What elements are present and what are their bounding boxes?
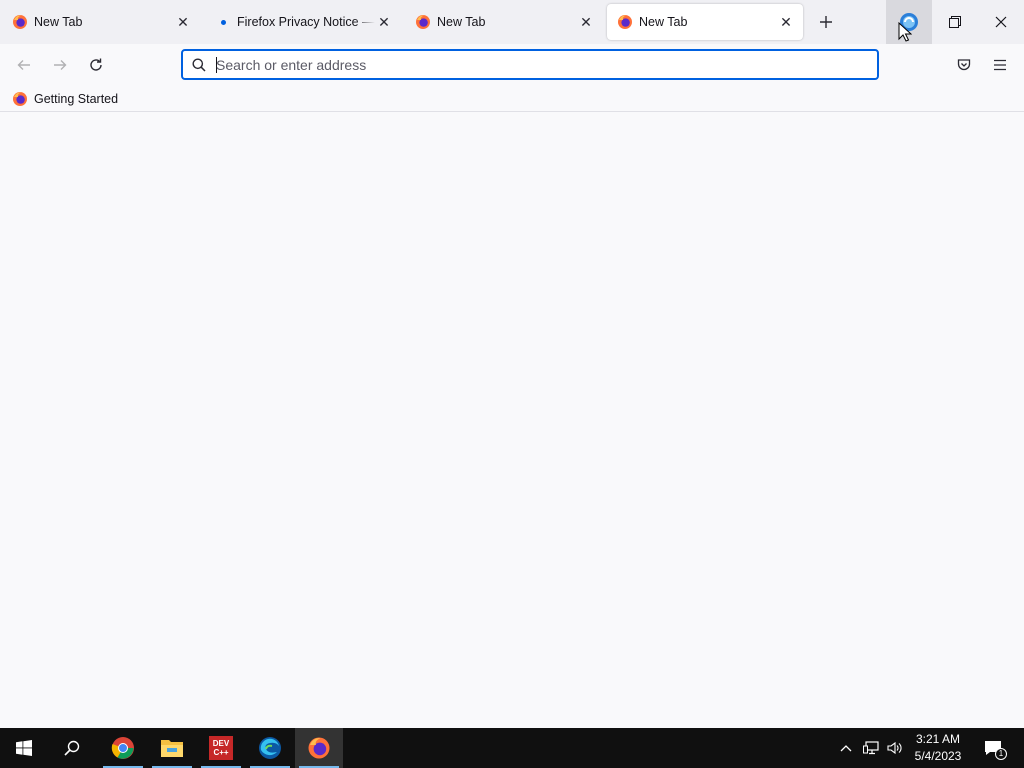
search-icon <box>64 740 80 756</box>
network-icon <box>863 741 879 755</box>
tab-title: Firefox Privacy Notice — Mozilla <box>237 15 375 29</box>
devcpp-icon: DEV C++ <box>209 736 233 760</box>
tab-title: New Tab <box>437 15 486 29</box>
hamburger-menu-icon <box>994 59 1006 71</box>
bookmark-getting-started[interactable]: Getting Started <box>8 89 122 109</box>
back-button[interactable] <box>10 51 38 79</box>
firefox-icon <box>415 14 431 30</box>
tab-privacy-notice[interactable]: Firefox Privacy Notice — Mozilla ✕ <box>205 4 401 40</box>
taskbar-clock[interactable]: 3:21 AM 5/4/2023 <box>908 731 968 765</box>
close-icon <box>995 16 1007 28</box>
action-center-button[interactable]: 1 <box>980 728 1007 768</box>
forward-arrow-icon <box>54 60 67 70</box>
close-window-button[interactable] <box>978 0 1024 44</box>
tab-close-icon[interactable]: ✕ <box>777 13 795 31</box>
taskbar-app-file-explorer[interactable] <box>148 728 196 768</box>
search-icon <box>190 56 208 74</box>
network-button[interactable] <box>860 728 882 768</box>
clock-date: 5/4/2023 <box>914 749 962 763</box>
tab-title: New Tab <box>34 15 83 29</box>
tab-close-icon[interactable]: ✕ <box>375 13 393 31</box>
folder-icon <box>161 740 183 757</box>
show-hidden-icons-button[interactable] <box>836 728 856 768</box>
chevron-up-icon <box>840 745 852 752</box>
tab-strip: New Tab ✕ Firefox Privacy Notice — Mozil… <box>0 0 1024 44</box>
forward-button[interactable] <box>46 51 74 79</box>
bookmarks-toolbar: Getting Started <box>0 86 1024 112</box>
notification-count: 1 <box>995 748 1007 760</box>
notification-icon: 1 <box>984 740 1007 760</box>
navigation-toolbar <box>0 44 1024 86</box>
firefox-icon <box>617 14 633 30</box>
tab-new-tab-active[interactable]: New Tab ✕ <box>607 4 803 40</box>
volume-button[interactable] <box>884 728 906 768</box>
app-menu-button[interactable] <box>986 51 1014 79</box>
firefox-icon <box>12 14 28 30</box>
taskbar-app-firefox[interactable] <box>295 728 343 768</box>
pocket-icon <box>957 59 971 71</box>
page-content <box>0 113 1024 728</box>
pocket-button[interactable] <box>950 51 978 79</box>
windows-taskbar: DEV C++ 3:21 AM 5/4/2023 1 <box>0 728 1024 768</box>
bookmark-label: Getting Started <box>34 92 119 106</box>
tab-close-icon[interactable]: ✕ <box>577 13 595 31</box>
chrome-icon <box>111 737 134 759</box>
edge-icon <box>259 737 281 759</box>
plus-icon <box>820 16 832 28</box>
tab-new-tab-3[interactable]: New Tab ✕ <box>405 4 603 40</box>
reload-button[interactable] <box>82 51 110 79</box>
tab-title: New Tab <box>639 15 688 29</box>
tab-close-icon[interactable]: ✕ <box>174 13 192 31</box>
volume-icon <box>887 741 902 755</box>
address-input[interactable] <box>216 52 877 77</box>
address-bar[interactable] <box>181 49 879 80</box>
taskbar-app-chrome[interactable] <box>99 728 147 768</box>
start-button[interactable] <box>0 728 48 768</box>
loading-dot-icon <box>215 14 231 30</box>
tab-new-tab-1[interactable]: New Tab ✕ <box>2 4 200 40</box>
new-tab-button[interactable] <box>812 8 840 36</box>
taskbar-app-edge[interactable] <box>246 728 294 768</box>
search-button[interactable] <box>48 728 96 768</box>
windows-logo-icon <box>16 740 32 756</box>
restore-button[interactable] <box>932 0 978 44</box>
back-arrow-icon <box>17 60 30 70</box>
reload-icon <box>90 58 102 71</box>
mouse-cursor-icon <box>898 22 912 42</box>
restore-icon <box>949 16 961 28</box>
firefox-icon <box>308 737 330 759</box>
taskbar-app-devcpp[interactable]: DEV C++ <box>197 728 245 768</box>
clock-time: 3:21 AM <box>915 732 961 746</box>
firefox-icon <box>12 91 28 107</box>
